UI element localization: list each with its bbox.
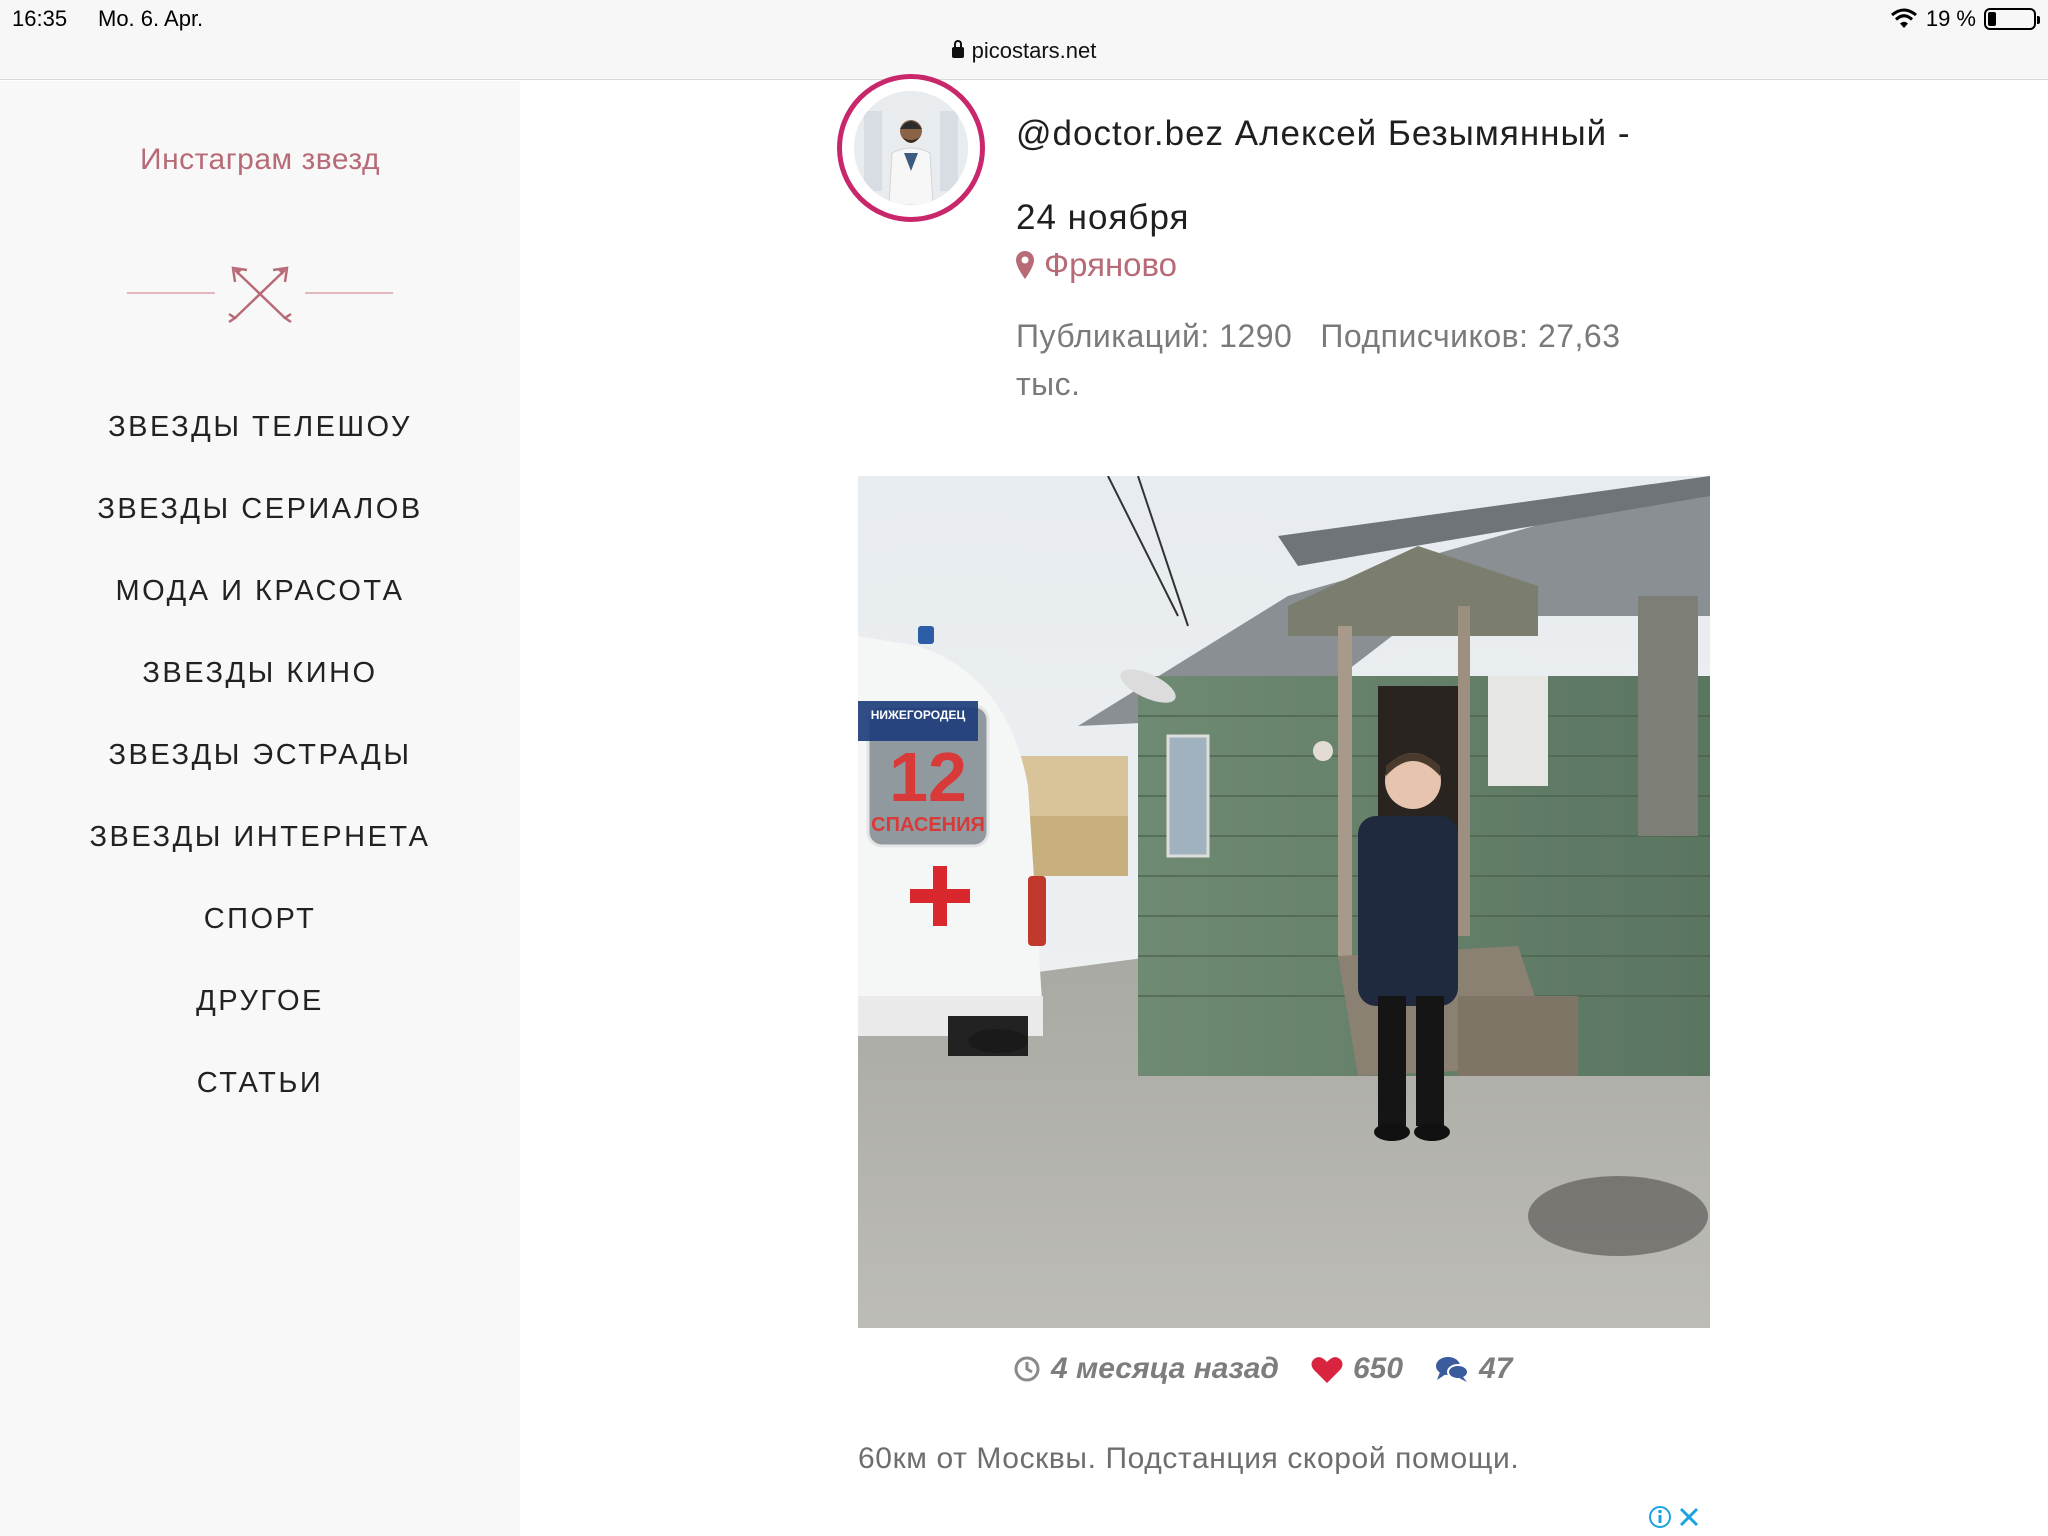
nav-item-internet[interactable]: ЗВЕЗДЫ ИНТЕРНЕТА [0, 796, 520, 878]
nav-item-series[interactable]: ЗВЕЗДЫ СЕРИАЛОВ [0, 468, 520, 550]
profile-title: @doctor.bez Алексей Безымянный - 24 нояб… [1016, 92, 1716, 260]
nav-item-stage[interactable]: ЗВЕЗДЫ ЭСТРАДЫ [0, 714, 520, 796]
status-right: 19 % [1890, 6, 2040, 32]
posts-count: Публикаций: 1290 [1016, 318, 1293, 354]
heart-icon [1311, 1357, 1343, 1383]
ambulance-number: 12 [889, 738, 967, 816]
ambulance-label: СПАСЕНИЯ [871, 814, 985, 836]
clock-icon [1014, 1356, 1040, 1382]
lock-icon [951, 40, 964, 58]
close-icon[interactable] [1678, 1506, 1700, 1528]
nav-item-fashion[interactable]: МОДА И КРАСОТА [0, 550, 520, 632]
location-text: Фряново [1044, 246, 1178, 283]
profile-location[interactable]: Фряново [1016, 246, 1177, 284]
nav-item-tv-show[interactable]: ЗВЕЗДЫ ТЕЛЕШОУ [0, 386, 520, 468]
avatar-image [854, 91, 968, 205]
profile-title-line1: @doctor.bez Алексей Безымянный - [1016, 114, 1631, 153]
post-time: 4 месяца назад [1013, 1352, 1279, 1386]
post-caption: 60км от Москвы. Подстанция скорой помощи… [858, 1442, 1520, 1475]
comments-icon [1436, 1357, 1470, 1382]
likes-count: 650 [1352, 1352, 1404, 1385]
status-time: 16:35 [12, 6, 68, 31]
post-photo[interactable]: 12 СПАСЕНИЯ НИЖЕГОРОДЕЦ [858, 476, 1710, 1328]
profile-stats: Публикаций: 1290 Подписчиков: 27,63 тыс. [1016, 312, 1716, 408]
ad-choices[interactable] [1648, 1505, 1700, 1529]
battery-percent: 19 % [1925, 6, 1976, 31]
comments-count: 47 [1479, 1352, 1513, 1385]
url-text: picostars.net [971, 38, 1097, 63]
post-photo-scene: 12 СПАСЕНИЯ НИЖЕГОРОДЕЦ [858, 476, 1710, 1328]
post-likes[interactable]: 650 [1311, 1352, 1403, 1386]
category-nav: ЗВЕЗДЫ ТЕЛЕШОУ ЗВЕЗДЫ СЕРИАЛОВ МОДА И КР… [0, 386, 520, 1124]
adchoices-icon[interactable] [1648, 1505, 1672, 1529]
sidebar: Инстаграм звезд ЗВЕЗДЫ ТЕЛЕШОУ ЗВЕЗДЫ СЕ… [0, 81, 520, 1536]
address-bar[interactable]: picostars.net [0, 38, 2048, 64]
nav-item-sport[interactable]: СПОРТ [0, 878, 520, 960]
nav-item-other[interactable]: ДРУГОЕ [0, 960, 520, 1042]
nav-item-articles[interactable]: СТАТЬИ [0, 1042, 520, 1124]
nav-item-cinema[interactable]: ЗВЕЗДЫ КИНО [0, 632, 520, 714]
wifi-icon [1890, 8, 1917, 28]
status-bar: 16:35 Mo. 6. Apr. 19 % picostars.net [0, 0, 2048, 80]
time-ago: 4 месяца назад [1051, 1352, 1279, 1385]
map-pin-icon [1016, 251, 1034, 279]
arrows-cross-icon [127, 266, 393, 324]
post-meta: 4 месяца назад 650 47 [1013, 1352, 1544, 1386]
status-date: Mo. 6. Apr. [98, 6, 204, 31]
ambulance-sign: НИЖЕГОРОДЕЦ [871, 708, 966, 722]
profile-avatar[interactable] [837, 74, 985, 222]
battery-icon [1984, 8, 2040, 30]
site-brand-link[interactable]: Инстаграм звезд [0, 143, 520, 177]
post-comments[interactable]: 47 [1435, 1352, 1512, 1386]
